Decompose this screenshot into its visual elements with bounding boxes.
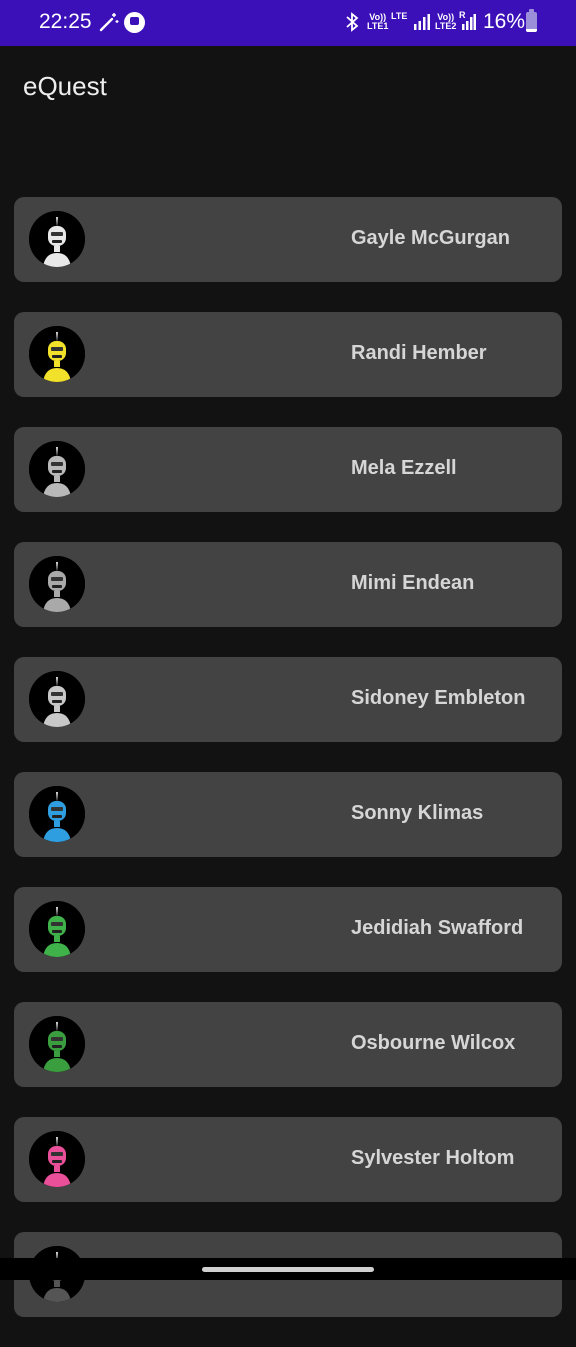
user-card[interactable]: Sidoney Embleton <box>14 657 562 742</box>
user-card[interactable]: Gayle McGurgan <box>14 197 562 282</box>
magic-wand-icon <box>99 13 119 32</box>
robot-avatar-icon <box>29 441 85 497</box>
user-name: Mela Ezzell <box>351 457 457 479</box>
robot-avatar-icon <box>29 671 85 727</box>
lte-label: LTE <box>391 11 408 21</box>
battery-icon <box>526 9 537 32</box>
user-card[interactable]: Mimi Endean <box>14 542 562 627</box>
bluetooth-icon <box>346 12 359 32</box>
user-card[interactable]: Mela Ezzell <box>14 427 562 512</box>
status-time: 22:25 <box>39 10 92 33</box>
signal-icon <box>414 14 430 30</box>
home-indicator[interactable] <box>202 1267 374 1272</box>
robot-avatar-icon <box>29 1131 85 1187</box>
roaming-label: R <box>459 10 466 20</box>
user-card[interactable]: Jedidiah Swafford <box>14 887 562 972</box>
user-name: Sylvester Holtom <box>351 1147 515 1169</box>
user-name: Randi Hember <box>351 342 487 364</box>
user-name: Sonny Klimas <box>351 802 484 824</box>
user-card[interactable]: Sylvester Holtom <box>14 1117 562 1202</box>
status-bar: 22:25 Vo)) LTE1 LTE Vo)) LTE2 R 16% <box>0 0 576 46</box>
app-title: eQuest <box>23 71 107 101</box>
user-name: Gayle McGurgan <box>351 227 510 249</box>
app-notification-icon <box>124 12 145 33</box>
volte2-label: Vo)) LTE2 <box>435 12 457 31</box>
robot-avatar-icon <box>29 556 85 612</box>
user-name: Jedidiah Swafford <box>351 917 524 939</box>
navigation-bar <box>0 1258 576 1280</box>
robot-avatar-icon <box>29 901 85 957</box>
user-card[interactable]: Osbourne Wilcox <box>14 1002 562 1087</box>
robot-avatar-icon <box>29 326 85 382</box>
user-name: Osbourne Wilcox <box>351 1032 516 1054</box>
robot-avatar-icon <box>29 786 85 842</box>
robot-avatar-icon <box>29 1016 85 1072</box>
user-list: Gayle McGurgan Randi Hember Mela Ezzell Mim… <box>14 197 562 1347</box>
user-name: Mimi Endean <box>351 572 475 594</box>
battery-fill <box>526 28 537 32</box>
battery-percent: 16% <box>483 10 526 33</box>
robot-avatar-icon <box>29 211 85 267</box>
user-card[interactable]: Sonny Klimas <box>14 772 562 857</box>
volte1-label: Vo)) LTE1 <box>367 12 389 31</box>
user-name: Sidoney Embleton <box>351 687 526 709</box>
user-card[interactable]: Randi Hember <box>14 312 562 397</box>
app-bar: eQuest <box>0 46 576 136</box>
